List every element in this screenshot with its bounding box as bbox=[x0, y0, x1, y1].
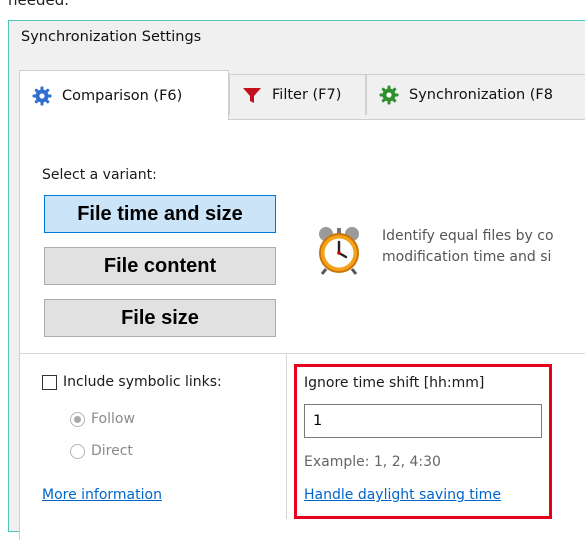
comparison-panel: Select a variant: File time and size Fil… bbox=[19, 119, 585, 540]
more-information-link[interactable]: More information bbox=[42, 487, 162, 503]
select-variant-label: Select a variant: bbox=[42, 167, 157, 183]
radio-direct-label: Direct bbox=[91, 443, 133, 459]
time-shift-example: Example: 1, 2, 4:30 bbox=[304, 454, 441, 470]
alarm-clock-icon bbox=[316, 225, 362, 275]
radio-direct[interactable] bbox=[70, 443, 85, 459]
column-divider bbox=[286, 354, 287, 519]
description-line-1: Identify equal files by co bbox=[382, 228, 554, 244]
radio-follow-row[interactable]: Follow bbox=[70, 411, 135, 427]
description-line-2: modification time and si bbox=[382, 249, 552, 265]
variant-description: Identify equal files by co modification … bbox=[382, 226, 554, 268]
tab-filter-label: Filter (F7) bbox=[272, 87, 342, 103]
funnel-icon bbox=[242, 85, 262, 105]
radio-follow-label: Follow bbox=[91, 411, 135, 427]
comparison-options: Include symbolic links: Follow Direct Mo… bbox=[20, 353, 585, 541]
tab-bar: Comparison (F6) Filter (F7) Synchronizat… bbox=[19, 70, 585, 120]
daylight-saving-link[interactable]: Handle daylight saving time bbox=[304, 487, 501, 503]
symlinks-checkbox[interactable] bbox=[42, 374, 57, 390]
cropped-text: needed. bbox=[8, 0, 70, 9]
tab-comparison-label: Comparison (F6) bbox=[62, 87, 183, 104]
tab-synchronization-label: Synchronization (F8 bbox=[409, 87, 553, 103]
variant-file-size-button[interactable]: File size bbox=[44, 299, 276, 337]
gear-icon bbox=[32, 86, 52, 106]
time-shift-label: Ignore time shift [hh:mm] bbox=[304, 375, 485, 391]
radio-follow[interactable] bbox=[70, 411, 85, 427]
variant-file-time-size-button[interactable]: File time and size bbox=[44, 195, 276, 233]
time-shift-input[interactable] bbox=[304, 404, 542, 438]
gear-green-icon bbox=[379, 85, 399, 105]
tab-synchronization[interactable]: Synchronization (F8 bbox=[366, 74, 585, 115]
sync-settings-dialog: Synchronization Settings Comparison (F6)… bbox=[8, 20, 585, 540]
symlinks-label: Include symbolic links: bbox=[63, 374, 222, 390]
tab-comparison[interactable]: Comparison (F6) bbox=[19, 70, 229, 120]
tab-filter[interactable]: Filter (F7) bbox=[229, 74, 366, 115]
symlinks-checkbox-row[interactable]: Include symbolic links: bbox=[42, 374, 222, 390]
variant-file-content-button[interactable]: File content bbox=[44, 247, 276, 285]
dialog-title: Synchronization Settings bbox=[21, 29, 202, 45]
radio-direct-row[interactable]: Direct bbox=[70, 443, 133, 459]
